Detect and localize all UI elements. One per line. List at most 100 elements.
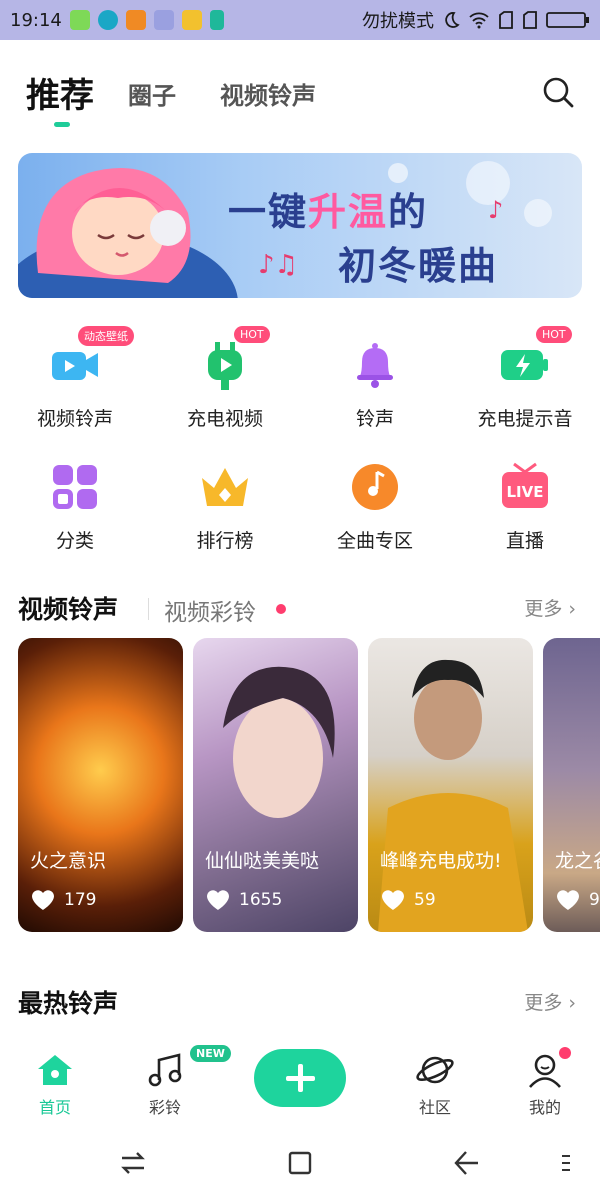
active-tab-indicator [54, 122, 70, 127]
video-card-likes: 179 [30, 888, 96, 912]
sync-notification-icon [97, 10, 118, 30]
moon-icon [442, 11, 460, 29]
status-bar: 19:14 勿扰模式 [0, 0, 600, 40]
category-label: 铃声 [355, 408, 394, 430]
heart-icon [32, 890, 54, 910]
banner-text-c: 的 [388, 190, 429, 234]
menu-dots-icon[interactable] [558, 1148, 574, 1178]
video-card-likes: 9 [555, 888, 600, 912]
battery-icon [546, 11, 590, 29]
category-full-song[interactable]: 全曲专区 [300, 460, 450, 553]
video-card[interactable]: 火之意识 179 [18, 638, 183, 932]
plus-icon [286, 1064, 315, 1092]
svg-text:♪♫: ♪♫ [258, 250, 298, 280]
usb-notification-icon [209, 10, 224, 30]
crown-icon [198, 460, 252, 514]
header-divider [148, 598, 149, 620]
svg-text:LIVE: LIVE [507, 483, 544, 501]
add-button[interactable] [254, 1049, 346, 1107]
banner-text-highlight: 升温 [308, 190, 389, 234]
category-label: 充电视频 [186, 408, 263, 430]
section-subtab[interactable]: 视频彩铃 [164, 593, 256, 627]
badge-hot: HOT [536, 326, 572, 343]
like-count: 59 [414, 890, 436, 910]
category-charge-video[interactable]: HOT 充电视频 [150, 326, 300, 431]
category-live[interactable]: LIVE 直播 [450, 460, 600, 553]
nav-me[interactable]: 我的 [505, 1052, 585, 1118]
category-video-ringtone[interactable]: 动态壁纸 视频铃声 [0, 326, 150, 431]
music-notes-icon [148, 1053, 182, 1087]
search-icon[interactable] [540, 74, 576, 110]
sim1-icon [498, 10, 514, 30]
heart-icon [207, 890, 229, 910]
category-charge-sound[interactable]: HOT 充电提示音 [450, 326, 600, 431]
video-card-row: 火之意识 179 仙仙哒美美哒 1655 峰峰充电成功! 59 龙之谷 [18, 638, 600, 932]
new-dot-indicator [276, 604, 286, 614]
category-label: 直播 [505, 530, 544, 552]
like-count: 1655 [239, 890, 283, 910]
badge-live-wallpaper: 动态壁纸 [78, 326, 134, 346]
video-card-title: 仙仙哒美美哒 [205, 850, 320, 872]
promo-banner[interactable]: ♪♫ ♪ 一键升温的 初冬暖曲 [18, 153, 582, 298]
sim2-icon [522, 10, 538, 30]
video-card-title: 龙之谷 [555, 850, 600, 872]
category-label: 全曲专区 [336, 530, 413, 552]
home-icon [38, 1055, 72, 1085]
dnd-text: 勿扰模式 [362, 11, 434, 32]
hot-ringtone-header: 最热铃声 更多 › [18, 984, 582, 1024]
category-label: 充电提示音 [477, 408, 573, 430]
svg-text:♪: ♪ [488, 196, 503, 224]
tab-video-ringtone[interactable]: 视频铃声 [220, 76, 316, 111]
switch-apps-icon[interactable] [118, 1148, 148, 1178]
nav-label: 社区 [418, 1098, 451, 1117]
more-link[interactable]: 更多 › [524, 594, 576, 621]
category-label: 分类 [55, 530, 94, 552]
video-card-likes: 1655 [205, 888, 282, 912]
wifi-icon [468, 11, 490, 29]
banner-headline-1: 一键升温的 [228, 181, 428, 236]
video-card[interactable]: 龙之谷 9 [543, 638, 600, 932]
planet-icon [416, 1056, 454, 1084]
bottom-nav: 首页 彩铃 NEW 社区 我的 [0, 1040, 600, 1130]
new-badge: NEW [190, 1045, 231, 1062]
nav-home[interactable]: 首页 [15, 1052, 95, 1118]
warning-notification-icon [125, 10, 146, 30]
music-note-icon [348, 460, 402, 514]
bell-icon [348, 338, 402, 392]
clean-notification-icon [153, 10, 174, 30]
like-count: 9 [589, 890, 600, 910]
category-label: 视频铃声 [36, 408, 113, 430]
system-nav-bar [0, 1130, 600, 1200]
more-link[interactable]: 更多 › [524, 988, 576, 1015]
section-title[interactable]: 视频铃声 [18, 590, 118, 626]
category-ringtone[interactable]: 铃声 [300, 338, 450, 431]
battery-bolt-icon: HOT [498, 326, 572, 392]
status-right: 勿扰模式 [362, 7, 590, 33]
heart-icon [557, 890, 579, 910]
banner-headline-2: 初冬暖曲 [338, 244, 499, 288]
nav-label: 我的 [528, 1098, 561, 1117]
notification-dot [559, 1047, 571, 1059]
video-card[interactable]: 仙仙哒美美哒 1655 [193, 638, 358, 932]
nav-community[interactable]: 社区 [395, 1052, 475, 1118]
section-title: 最热铃声 [18, 989, 119, 1018]
video-card[interactable]: 峰峰充电成功! 59 [368, 638, 533, 932]
video-ringtone-header: 视频铃声 视频彩铃 更多 › [18, 590, 582, 630]
back-arrow-icon[interactable] [452, 1148, 482, 1178]
category-ranking[interactable]: 排行榜 [150, 460, 300, 553]
category-label: 排行榜 [196, 530, 254, 552]
category-grid-icon [48, 460, 102, 514]
nav-ringback[interactable]: 彩铃 [125, 1052, 205, 1118]
video-camera-icon: 动态壁纸 [48, 326, 134, 392]
charge-video-icon: HOT [198, 326, 270, 392]
folder-notification-icon [181, 10, 202, 30]
banner-text-a: 一键 [228, 190, 309, 234]
home-square-icon[interactable] [285, 1148, 315, 1178]
nav-label: 首页 [38, 1098, 71, 1117]
user-icon [529, 1054, 561, 1088]
tab-circle[interactable]: 圈子 [128, 76, 176, 111]
tab-recommend[interactable]: 推荐 [26, 68, 94, 117]
like-count: 179 [64, 890, 97, 910]
nav-label: 彩铃 [148, 1098, 181, 1117]
category-classify[interactable]: 分类 [0, 460, 150, 553]
